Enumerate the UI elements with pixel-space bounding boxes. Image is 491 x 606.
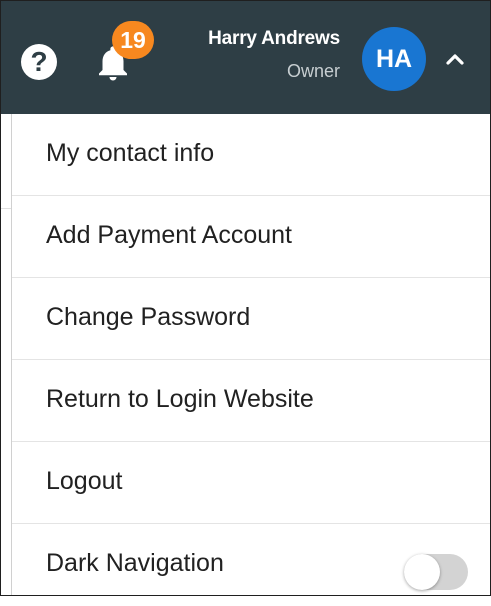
background-page-edge xyxy=(0,114,11,596)
top-header: ? 19 Harry Andrews Owner HA xyxy=(0,0,491,114)
toggle-knob xyxy=(404,554,440,590)
user-role: Owner xyxy=(286,61,340,81)
question-circle-icon: ? xyxy=(21,44,57,80)
menu-item-label: Dark Navigation xyxy=(46,549,224,577)
divider xyxy=(0,208,11,209)
menu-item-label: Logout xyxy=(46,467,123,495)
user-name: Harry Andrews xyxy=(208,28,340,49)
menu-item-label: My contact info xyxy=(46,139,215,167)
menu-item-label: Add Payment Account xyxy=(46,221,292,249)
menu-item-contact-info[interactable]: My contact info xyxy=(12,114,490,196)
menu-item-change-password[interactable]: Change Password xyxy=(12,278,490,360)
chevron-up-icon xyxy=(446,54,464,65)
menu-item-dark-navigation: Dark Navigation xyxy=(12,524,490,606)
collapse-menu-button[interactable] xyxy=(440,44,470,74)
avatar[interactable]: HA xyxy=(362,27,426,91)
menu-item-label: Return to Login Website xyxy=(46,385,314,413)
menu-item-add-payment-account[interactable]: Add Payment Account xyxy=(12,196,490,278)
menu-item-label: Change Password xyxy=(46,303,251,331)
user-dropdown-menu: My contact info Add Payment Account Chan… xyxy=(11,114,490,596)
notification-count-badge: 19 xyxy=(112,21,154,59)
menu-item-logout[interactable]: Logout xyxy=(12,442,490,524)
dark-navigation-toggle[interactable] xyxy=(404,554,468,590)
help-button[interactable]: ? xyxy=(21,44,57,80)
menu-item-return-to-login[interactable]: Return to Login Website xyxy=(12,360,490,442)
